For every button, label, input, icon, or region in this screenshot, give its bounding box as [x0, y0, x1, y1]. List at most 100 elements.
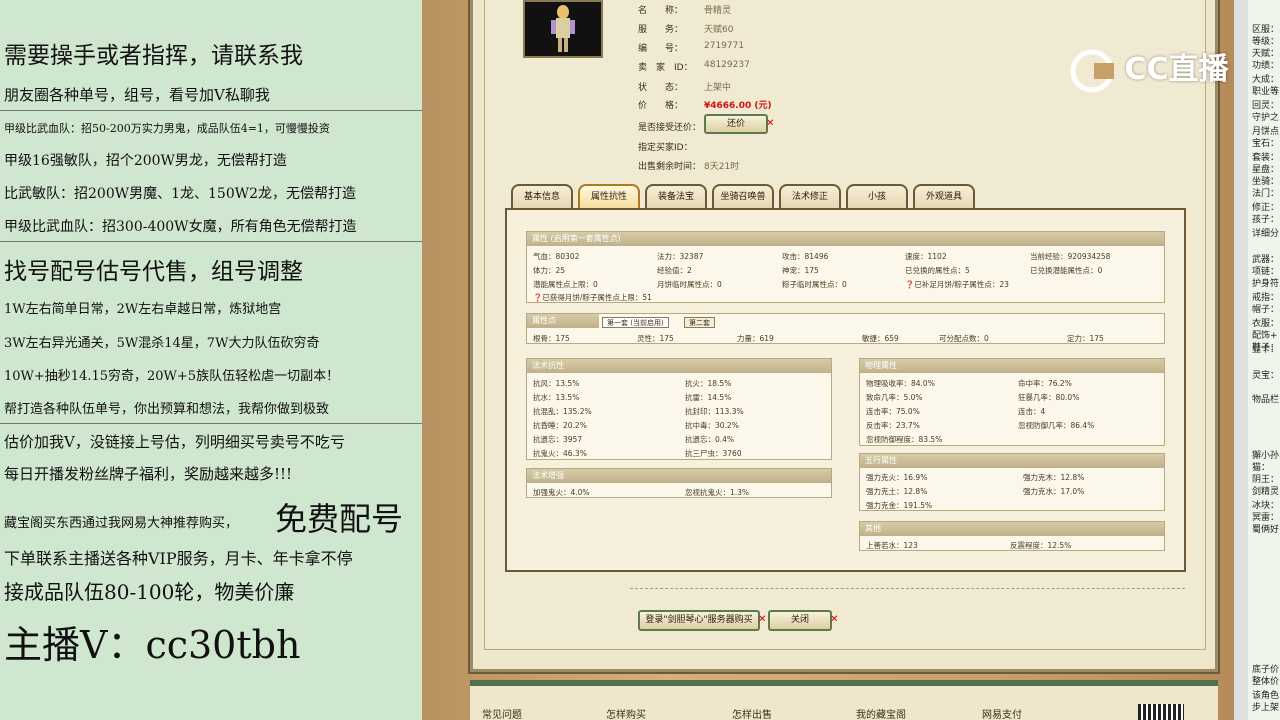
seller-value: 48129237	[704, 60, 750, 70]
resist-cell: 抗雷：14.5%	[685, 393, 732, 402]
promo-line: 估价加我V，没链接上号估，列明细买号卖号不吃亏	[4, 433, 345, 451]
other-cell: 上善若水：123	[866, 541, 918, 550]
phys-cell: 连击率：75.0%	[866, 407, 920, 416]
boost-cell: 加强鬼火：4.0%	[533, 488, 590, 497]
stat-cell: 体力：25	[533, 266, 566, 275]
tab-appearance[interactable]: 外观道具	[913, 184, 975, 210]
tab-attributes[interactable]: 属性抗性	[578, 184, 640, 210]
right-strip-label: 法门：	[1252, 189, 1280, 199]
divider	[0, 423, 422, 424]
right-strip-label: 孩子：	[1252, 215, 1280, 225]
status-value: 上架中	[704, 83, 732, 93]
tab-child[interactable]: 小孩	[846, 184, 908, 210]
qr-code-icon	[1138, 704, 1184, 720]
bargain-label: 是否接受还价：	[638, 123, 702, 133]
id-label: 编 号：	[638, 44, 684, 54]
time-value: 8天21时	[704, 162, 740, 172]
boost-header: 法术增强	[527, 469, 831, 483]
resist-cell: 抗混乱：135.2%	[533, 407, 592, 416]
close-icon: ✕	[766, 118, 775, 129]
footer-bar	[470, 680, 1218, 720]
points-header: 属性点	[527, 314, 599, 328]
close-icon: ✕	[758, 614, 767, 625]
five-cell: 强力克火：16.9%	[866, 473, 928, 482]
stat-cell: 已兑换潜能属性点：0	[1030, 266, 1103, 275]
name-value: 骨精灵	[704, 6, 732, 16]
points-tab-1[interactable]: 第一套 (当前启用)	[602, 317, 669, 328]
id-value: 2719771	[704, 41, 745, 51]
tab-spell-mods[interactable]: 法术修正	[779, 184, 841, 210]
stat-cell: 月饼临时属性点：0	[657, 280, 722, 289]
right-strip-label: 详细分	[1252, 229, 1280, 239]
tab-mounts[interactable]: 坐骑召唤兽	[712, 184, 774, 210]
promo-line: 找号配号估号代售，组号调整	[4, 259, 303, 285]
point-cell: 根骨：175	[533, 334, 570, 343]
close-button[interactable]: 关闭	[768, 610, 832, 631]
stat-cell: 潜能属性点上限：0	[533, 280, 598, 289]
attributes-header: 属性 (启用第一套属性点)	[527, 232, 1164, 246]
buyer-id-label: 指定买家ID：	[638, 143, 693, 153]
stat-cell: 当前经验：920934258	[1030, 252, 1111, 261]
stat-cell: 攻击：81496	[782, 252, 829, 261]
five-cell: 强力克金：191.5%	[866, 501, 933, 510]
footer-how-to-buy-link[interactable]: 怎样购买	[606, 706, 646, 720]
phys-cell: 反击率：23.7%	[866, 421, 920, 430]
right-strip-label: 护身符	[1252, 279, 1280, 289]
right-strip-label: 帽子：	[1252, 305, 1280, 315]
stat-cell: ❓已补足月饼/粽子属性点：23	[905, 279, 1009, 290]
point-cell: 可分配点数：0	[939, 334, 989, 343]
right-strip-label: 职业等	[1252, 87, 1280, 97]
status-label: 状 态：	[638, 83, 684, 93]
right-strip-label: 剑精灵	[1252, 487, 1280, 497]
watermark-text: CC直播	[1124, 52, 1229, 87]
footer-netease-pay-link[interactable]: 网易支付	[982, 706, 1022, 720]
stat-cell: 气血：80302	[533, 252, 580, 261]
resist-cell: 抗遗忘：3957	[533, 435, 583, 444]
promo-line: 甲级比武血队：招300-400W女魔，所有角色无偿帮打造	[4, 219, 357, 235]
bargain-button[interactable]: 还价	[704, 114, 768, 134]
footer-faq-link[interactable]: 常见问题	[482, 706, 522, 720]
resist-cell: 抗鬼火：46.3%	[533, 449, 587, 458]
right-strip-label: 守护之	[1252, 113, 1280, 123]
boost-box: 法术增强 加强鬼火：4.0% 忽视抗鬼火：1.3%	[526, 468, 832, 498]
cc-logo-icon	[1070, 49, 1114, 92]
stat-cell: 经验值：2	[657, 266, 692, 275]
promo-line: 比武敏队：招200W男魔、1龙、150W2龙，无偿帮打造	[4, 186, 357, 202]
promo-line: 3W左右异光通关，5W混杀14星，7W大力队伍砍穷奇	[4, 336, 320, 351]
scroll-track	[1234, 0, 1248, 720]
right-strip-label: 步上架	[1252, 703, 1280, 713]
other-header: 其他	[860, 522, 1164, 536]
stat-cell: 法力：32387	[657, 252, 704, 261]
character-figure-icon	[551, 5, 575, 52]
promo-line: 甲级比武血队：招50-200万实力男鬼，成品队伍4=1，可慢慢投资	[4, 122, 330, 135]
stat-cell: 已兑换的属性点：5	[905, 266, 970, 275]
server-value: 天赋60	[704, 25, 734, 35]
tab-basic-info[interactable]: 基本信息	[511, 184, 573, 210]
point-cell: 定力：175	[1067, 334, 1104, 343]
phys-cell: 致命几率：5.0%	[866, 393, 923, 402]
right-strip-label: 显卡：	[1252, 345, 1280, 355]
resist-header: 法术抗性	[527, 359, 831, 373]
points-tab-2[interactable]: 第二套	[684, 317, 715, 328]
five-elements-box: 五行属性 强力克火：16.9% 强力克木：12.8% 强力克土：12.8% 强力…	[859, 453, 1165, 511]
promo-line: 1W左右简单日常，2W左右卓越日常，炼狱地宫	[4, 302, 282, 317]
promo-line: 每日开播发粉丝牌子福利，奖励越来越多!!!	[4, 465, 293, 483]
name-label: 名 称：	[638, 6, 684, 16]
close-icon: ✕	[830, 614, 839, 625]
physical-box: 物理属性 物理吸收率：84.0% 命中率：76.2% 致命几率：5.0% 狂暴几…	[859, 358, 1165, 446]
promo-panel: 需要操手或者指挥，请联系我 朋友圈各种单号，组号，看号加V私聊我 甲级比武血队：…	[0, 0, 422, 720]
five-cell: 强力克木：12.8%	[1023, 473, 1085, 482]
footer-how-to-sell-link[interactable]: 怎样出售	[732, 706, 772, 720]
footer-my-cbg-link[interactable]: 我的藏宝阁	[856, 706, 906, 720]
phys-cell: 连击：4	[1018, 407, 1046, 416]
time-label: 出售剩余时间：	[638, 162, 702, 172]
screen: 需要操手或者指挥，请联系我 朋友圈各种单号，组号，看号加V私聊我 甲级比武血队：…	[0, 0, 1280, 720]
price-label: 价 格：	[638, 101, 684, 111]
promo-line: 甲级16强敏队，招个200W男龙，无偿帮打造	[4, 153, 287, 169]
right-strip-label: 物品栏	[1252, 395, 1280, 405]
stat-cell-text: 已补足月饼/粽子属性点：23	[914, 280, 1009, 289]
promo-line: 下单联系主播送各种VIP服务，月卡、年卡拿不停	[4, 549, 353, 568]
login-buy-button[interactable]: 登录"剑胆琴心"服务器购买	[638, 610, 760, 631]
tab-equipment[interactable]: 装备法宝	[645, 184, 707, 210]
resist-cell: 抗火：18.5%	[685, 379, 732, 388]
